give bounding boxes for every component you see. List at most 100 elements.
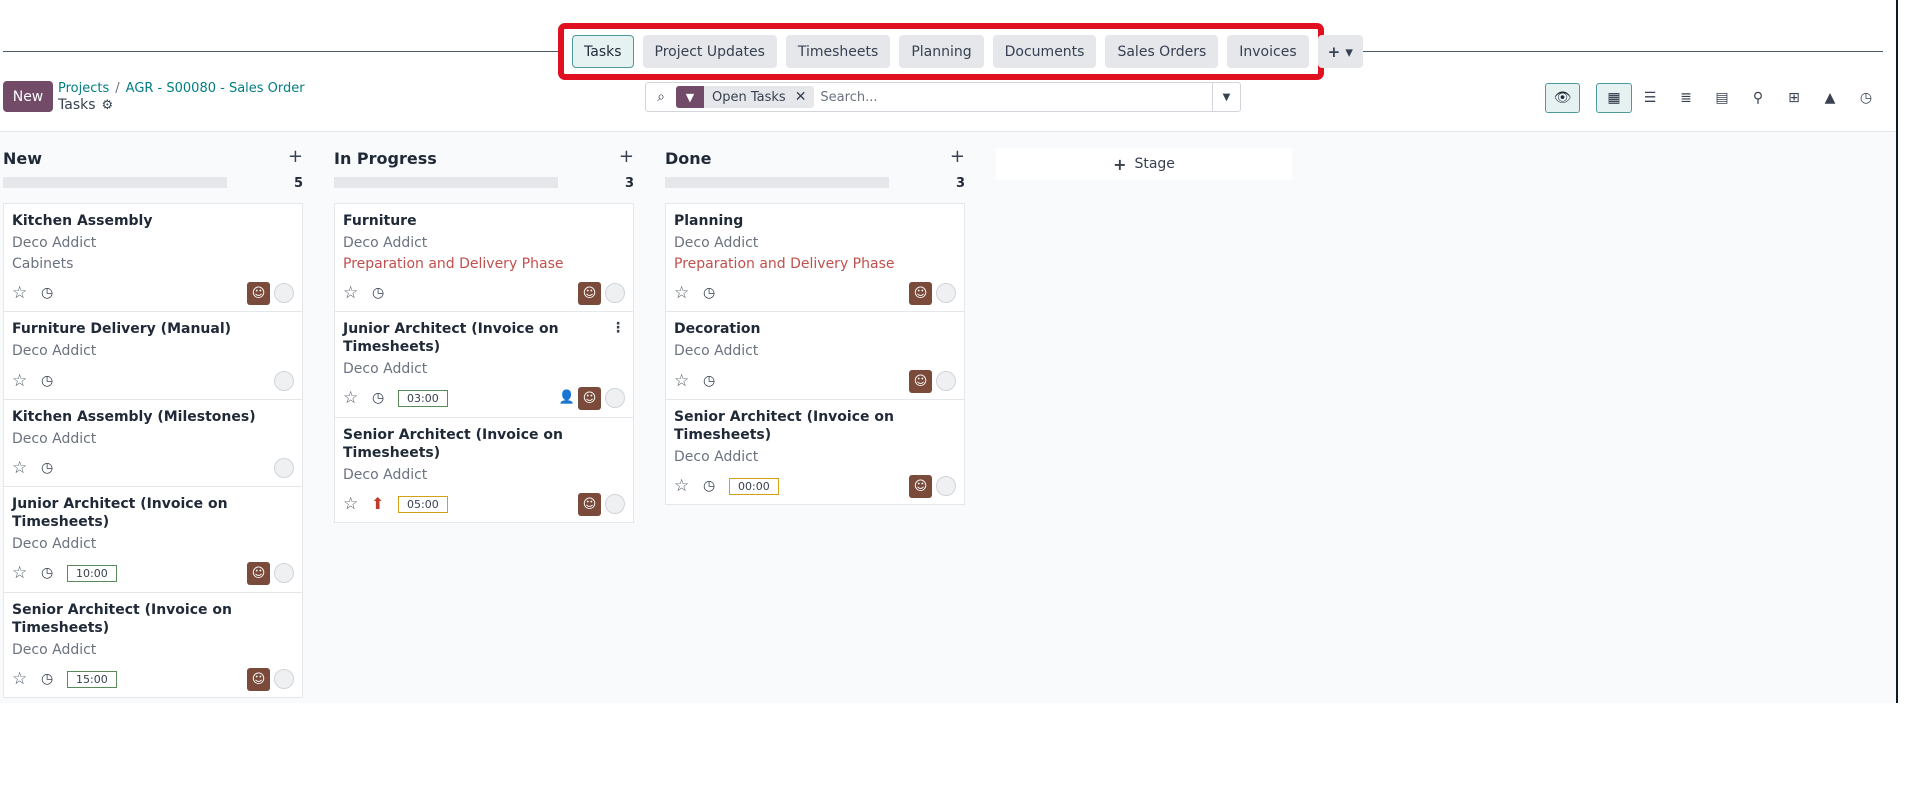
status-circle-icon[interactable] [274, 563, 294, 583]
star-icon[interactable]: ☆ [674, 475, 689, 497]
tab-timesheets[interactable]: Timesheets [785, 35, 891, 68]
task-card[interactable]: Furniture Deco Addict Preparation and De… [334, 203, 634, 312]
status-circle-icon[interactable] [605, 388, 625, 408]
add-stage-button[interactable]: + Stage [996, 148, 1292, 180]
gantt-view-icon[interactable]: ≣ [1668, 83, 1704, 113]
clock-icon[interactable]: ◷ [372, 284, 384, 302]
star-icon[interactable]: ☆ [343, 387, 358, 409]
avatar[interactable]: ☺ [247, 282, 270, 305]
plus-icon[interactable]: + [288, 146, 303, 167]
add-user-icon[interactable]: 👤 [559, 389, 575, 407]
star-icon[interactable]: ☆ [674, 282, 689, 304]
column-title[interactable]: In Progress [334, 149, 437, 168]
tab-tasks[interactable]: Tasks [572, 35, 634, 68]
clock-icon[interactable]: ◷ [41, 284, 53, 302]
breadcrumb-projects-link[interactable]: Projects [58, 81, 109, 96]
more-options-icon[interactable]: ⋮ [611, 320, 625, 336]
task-card[interactable]: Kitchen Assembly (Milestones) Deco Addic… [3, 399, 303, 487]
avatar[interactable]: ☺ [578, 387, 601, 410]
column-count: 3 [955, 176, 965, 191]
star-icon[interactable]: ☆ [12, 370, 27, 392]
status-circle-icon[interactable] [605, 283, 625, 303]
task-customer: Deco Addict [674, 343, 759, 359]
tab-project-updates[interactable]: Project Updates [642, 35, 777, 68]
column-progress-bar[interactable] [334, 177, 558, 188]
column-count: 5 [293, 176, 303, 191]
list-view-icon[interactable]: ☰ [1632, 83, 1668, 113]
column-count: 3 [624, 176, 634, 191]
view-switcher: ▦ ☰ ≣ ▤ ⚲ ⊞ ▲ ◷ [1596, 83, 1884, 113]
search-bar: ⌕ ▼ Open Tasks ✕ ▼ [645, 82, 1241, 112]
column-title[interactable]: New [3, 149, 42, 168]
avatar[interactable]: ☺ [578, 282, 601, 305]
pivot-view-icon[interactable]: ⊞ [1776, 83, 1812, 113]
calendar-view-icon[interactable]: ▤ [1704, 83, 1740, 113]
task-card[interactable]: Senior Architect (Invoice on Timesheets)… [334, 417, 634, 523]
star-icon[interactable]: ☆ [12, 562, 27, 584]
task-title: Senior Architect (Invoice on Timesheets) [343, 427, 563, 461]
clock-icon[interactable]: ◷ [41, 670, 53, 688]
clock-icon[interactable]: ◷ [703, 477, 715, 495]
map-view-icon[interactable]: ⚲ [1740, 83, 1776, 113]
task-customer: Deco Addict [12, 235, 97, 251]
clock-icon[interactable]: ◷ [703, 372, 715, 390]
task-customer: Deco Addict [12, 343, 97, 359]
tab-sales-orders[interactable]: Sales Orders [1105, 35, 1219, 68]
avatar[interactable]: ☺ [247, 668, 270, 691]
avatar[interactable]: ☺ [909, 475, 932, 498]
task-card[interactable]: Planning Deco Addict Preparation and Del… [665, 203, 965, 312]
clock-icon[interactable]: ◷ [41, 564, 53, 582]
search-icon[interactable]: ⌕ [646, 89, 676, 105]
star-icon[interactable]: ☆ [674, 370, 689, 392]
task-card[interactable]: Kitchen Assembly Deco Addict Cabinets ☆ … [3, 203, 303, 312]
star-icon[interactable]: ☆ [12, 668, 27, 690]
column-progress-bar[interactable] [3, 177, 227, 188]
tab-planning[interactable]: Planning [899, 35, 984, 68]
column-progress-bar[interactable] [665, 177, 889, 188]
activity-view-icon[interactable]: ◷ [1848, 83, 1884, 113]
upload-icon[interactable]: ⬆ [371, 493, 384, 515]
clock-icon[interactable]: ◷ [41, 372, 53, 390]
clock-icon[interactable]: ◷ [41, 459, 53, 477]
status-circle-icon[interactable] [936, 476, 956, 496]
task-milestone: Preparation and Delivery Phase [343, 256, 564, 272]
avatar[interactable]: ☺ [909, 370, 932, 393]
status-circle-icon[interactable] [605, 494, 625, 514]
plus-icon[interactable]: + [619, 146, 634, 167]
status-circle-icon[interactable] [936, 283, 956, 303]
avatar[interactable]: ☺ [578, 493, 601, 516]
task-card[interactable]: Junior Architect (Invoice on Timesheets)… [334, 311, 634, 418]
breadcrumb-project-link[interactable]: AGR - S00080 - Sales Order [126, 81, 305, 96]
task-card[interactable]: Senior Architect (Invoice on Timesheets)… [665, 399, 965, 505]
star-icon[interactable]: ☆ [12, 457, 27, 479]
star-icon[interactable]: ☆ [343, 282, 358, 304]
close-icon[interactable]: ✕ [795, 89, 815, 105]
status-circle-icon[interactable] [274, 371, 294, 391]
task-card[interactable]: Junior Architect (Invoice on Timesheets)… [3, 486, 303, 593]
kanban-view-icon[interactable]: ▦ [1596, 83, 1632, 113]
gear-icon[interactable]: ⚙ [102, 98, 114, 113]
star-icon[interactable]: ☆ [343, 493, 358, 515]
task-card[interactable]: Furniture Delivery (Manual) Deco Addict … [3, 311, 303, 400]
chevron-down-icon[interactable]: ▼ [1212, 83, 1240, 111]
tab-documents[interactable]: Documents [992, 35, 1097, 68]
status-circle-icon[interactable] [274, 458, 294, 478]
avatar[interactable]: ☺ [247, 562, 270, 585]
clock-icon[interactable]: ◷ [372, 389, 384, 407]
task-card[interactable]: Senior Architect (Invoice on Timesheets)… [3, 592, 303, 698]
column-title[interactable]: Done [665, 149, 712, 168]
plus-icon[interactable]: + [950, 146, 965, 167]
eye-icon[interactable]: 👁 [1545, 83, 1580, 113]
clock-icon[interactable]: ◷ [703, 284, 715, 302]
status-circle-icon[interactable] [274, 669, 294, 689]
task-card[interactable]: Decoration Deco Addict ☆ ◷ ☺ [665, 311, 965, 400]
status-circle-icon[interactable] [936, 371, 956, 391]
new-task-button[interactable]: New [3, 81, 53, 112]
search-input[interactable] [820, 89, 1212, 105]
star-icon[interactable]: ☆ [12, 282, 27, 304]
tab-more-dropdown[interactable]: + ▾ [1317, 35, 1363, 68]
graph-view-icon[interactable]: ▲ [1812, 83, 1848, 113]
avatar[interactable]: ☺ [909, 282, 932, 305]
status-circle-icon[interactable] [274, 283, 294, 303]
tab-invoices[interactable]: Invoices [1227, 35, 1309, 68]
